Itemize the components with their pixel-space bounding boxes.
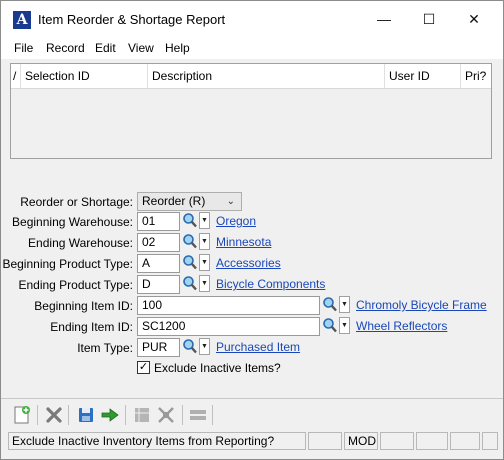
beg-product-type-label: Beginning Product Type: [2,257,133,271]
search-icon[interactable] [182,254,198,271]
toolbar-divider [182,405,183,425]
exclude-inactive-checkbox[interactable]: ✓ [137,361,150,374]
column-user-id[interactable]: User ID [385,64,461,88]
app-logo-icon: A [13,11,31,29]
toolbar-divider [68,405,69,425]
end-product-type-label: Ending Product Type: [18,278,133,292]
toolbar-divider [37,405,38,425]
reorder-value: Reorder (R) [142,194,206,208]
search-icon[interactable] [182,275,198,292]
lookup-dropdown-icon[interactable]: ▼ [199,254,210,271]
status-message: Exclude Inactive Inventory Items from Re… [8,432,306,450]
beg-warehouse-link[interactable]: Oregon [216,214,256,228]
beg-item-id-label: Beginning Item ID: [34,299,133,313]
search-icon[interactable] [182,233,198,250]
search-icon[interactable] [182,338,198,355]
delete-icon[interactable] [44,405,64,425]
status-cell-blank [308,432,342,450]
status-cell-blank [416,432,448,450]
lookup-dropdown-icon[interactable]: ▼ [199,338,210,355]
grid-icon[interactable] [132,405,152,425]
search-icon[interactable] [182,212,198,229]
expand-icon[interactable] [156,405,176,425]
selection-grid[interactable]: / Selection ID Description User ID Pri? [10,63,492,159]
minimize-button[interactable]: — [361,1,407,37]
end-item-id-link[interactable]: Wheel Reflectors [356,319,447,333]
column-selection-id[interactable]: Selection ID [21,64,148,88]
beg-warehouse-label: Beginning Warehouse: [12,215,133,229]
end-product-type-input[interactable]: D [137,275,180,294]
item-type-link[interactable]: Purchased Item [216,340,300,354]
save-icon[interactable] [76,405,96,425]
maximize-button[interactable]: ☐ [406,1,452,37]
menu-help[interactable]: Help [165,41,190,55]
beg-item-id-input[interactable]: 100 [137,296,320,315]
exclude-inactive-label[interactable]: Exclude Inactive Items? [154,361,281,375]
reorder-label: Reorder or Shortage: [20,195,133,209]
menu-bar: File Record Edit View Help [1,37,503,59]
status-cell-blank [450,432,480,450]
beg-item-id-link[interactable]: Chromoly Bicycle Frame [356,298,487,312]
beg-product-type-input[interactable]: A [137,254,180,273]
menu-view[interactable]: View [128,41,154,55]
stack-icon[interactable] [188,405,208,425]
end-product-type-link[interactable]: Bicycle Components [216,277,325,291]
resize-grip[interactable] [482,432,498,450]
status-mode: MOD [344,432,378,450]
status-bar: Exclude Inactive Inventory Items from Re… [1,431,503,453]
lookup-dropdown-icon[interactable]: ▼ [199,275,210,292]
column-description[interactable]: Description [148,64,385,88]
report-window: A Item Reorder & Shortage Report — ☐ ✕ F… [0,0,504,460]
end-item-id-label: Ending Item ID: [50,320,133,334]
search-icon[interactable] [322,317,338,334]
menu-record[interactable]: Record [46,41,85,55]
toolbar-divider [212,405,213,425]
window-title: Item Reorder & Shortage Report [38,12,226,27]
title-bar: A Item Reorder & Shortage Report — ☐ ✕ [1,1,503,37]
beg-warehouse-input[interactable]: 01 [137,212,180,231]
new-icon[interactable] [12,405,32,425]
status-cell-blank [380,432,414,450]
lookup-dropdown-icon[interactable]: ▼ [339,317,350,334]
lookup-dropdown-icon[interactable]: ▼ [199,212,210,229]
lookup-dropdown-icon[interactable]: ▼ [339,296,350,313]
item-type-input[interactable]: PUR [137,338,180,357]
column-pri[interactable]: Pri? [461,64,491,88]
item-type-label: Item Type: [77,341,133,355]
end-item-id-input[interactable]: SC1200 [137,317,320,336]
chevron-down-icon: ⌄ [226,196,235,207]
proceed-icon[interactable] [100,405,120,425]
close-button[interactable]: ✕ [451,1,497,37]
menu-file[interactable]: File [14,41,33,55]
end-warehouse-input[interactable]: 02 [137,233,180,252]
lookup-dropdown-icon[interactable]: ▼ [199,233,210,250]
end-warehouse-link[interactable]: Minnesota [216,235,271,249]
beg-product-type-link[interactable]: Accessories [216,256,281,270]
search-icon[interactable] [322,296,338,313]
end-warehouse-label: Ending Warehouse: [28,236,133,250]
toolbar-divider [125,405,126,425]
grid-header: / Selection ID Description User ID Pri? [11,64,491,89]
reorder-dropdown[interactable]: Reorder (R) ⌄ [137,192,242,211]
toolbar-separator [1,398,503,399]
menu-edit[interactable]: Edit [95,41,116,55]
grid-corner[interactable]: / [11,64,21,88]
